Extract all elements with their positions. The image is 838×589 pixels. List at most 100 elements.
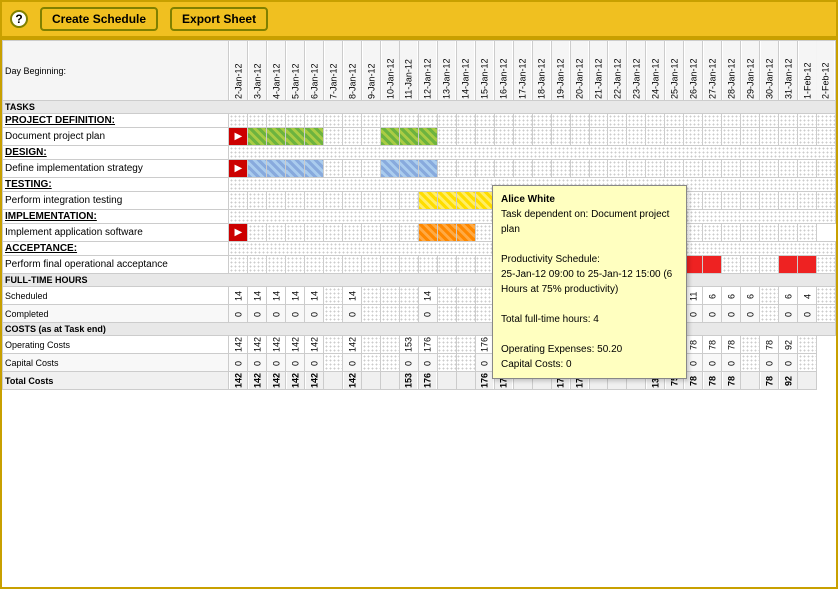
date-col-23: 24-Jan-12: [646, 41, 665, 101]
gantt-cell: [741, 256, 760, 274]
comp-val-10: [399, 305, 418, 323]
gantt-bar-proj-1: [248, 128, 267, 146]
gantt-cell: [684, 128, 703, 146]
date-col-5: 6-Jan-12: [305, 41, 324, 101]
gantt-cell: [324, 192, 343, 210]
gantt-cell: [779, 160, 798, 178]
gantt-cell: [589, 160, 608, 178]
gantt-bar-testing-3: [456, 192, 475, 210]
gantt-cell: [703, 128, 722, 146]
gantt-cell: [362, 114, 381, 128]
gantt-cell: [494, 128, 513, 146]
date-col-7: 8-Jan-12: [343, 41, 362, 101]
gantt-cell: [665, 128, 684, 146]
gantt-cell: [665, 114, 684, 128]
gantt-bar-proj-5: [381, 128, 400, 146]
gantt-cell: [551, 114, 570, 128]
comp-val-27: 0: [722, 305, 741, 323]
task-row-impl-software: Implement application software ▶: [3, 224, 836, 242]
comp-val-3: 0: [267, 305, 286, 323]
sched-val-28: 6: [741, 287, 760, 305]
tooltip-assignee: Alice White: [501, 192, 678, 207]
tooltip-productivity-label: Productivity Schedule:: [501, 252, 678, 267]
operating-costs-row: Operating Costs 142 142 142 142 142 142 …: [3, 336, 836, 354]
task-name-integration-testing: Perform integration testing: [3, 192, 229, 210]
date-col-26: 27-Jan-12: [703, 41, 722, 101]
gantt-cell: [362, 256, 381, 274]
gantt-bar-impl-3: [456, 224, 475, 242]
date-col-13: 14-Jan-12: [456, 41, 475, 101]
date-header-row: Day Beginning: 2-Jan-12 3-Jan-12 4-Jan-1…: [3, 41, 836, 101]
toolbar: ? Create Schedule Export Sheet: [0, 0, 838, 38]
gantt-cell: [362, 128, 381, 146]
capital-costs-row: Capital Costs 0 0 0 0 0 0 0 0 0 0: [3, 354, 836, 372]
gantt-cell: [456, 160, 475, 178]
date-col-9: 10-Jan-12: [381, 41, 400, 101]
gantt-cell: [816, 114, 835, 128]
sched-val-1: 14: [229, 287, 248, 305]
comp-val-4: 0: [286, 305, 305, 323]
tooltip-productivity-value: 25-Jan-12 09:00 to 25-Jan-12 15:00 (6 Ho…: [501, 267, 678, 297]
task-row-doc-project-plan: Document project plan ▶: [3, 128, 836, 146]
date-col-32: 2-Feb-12: [816, 41, 835, 101]
comp-val-26: 0: [703, 305, 722, 323]
help-icon[interactable]: ?: [10, 10, 28, 28]
gantt-bar-design-6: [399, 160, 418, 178]
gantt-cell: [722, 192, 741, 210]
gantt-cell: [324, 160, 343, 178]
gantt-cell: [816, 256, 835, 274]
task-name-acceptance: Perform final operational acceptance: [3, 256, 229, 274]
gantt-bar-design-1: [248, 160, 267, 178]
task-row-acceptance: Perform final operational acceptance: [3, 256, 836, 274]
gantt-bar-impl-1: [418, 224, 437, 242]
gantt-cell: [513, 160, 532, 178]
gantt-cell: [760, 224, 779, 242]
gantt-cell: [305, 114, 324, 128]
gantt-cell: [494, 114, 513, 128]
date-col-2: 3-Jan-12: [248, 41, 267, 101]
operating-costs-label: Operating Costs: [3, 336, 229, 354]
gantt-cell: [286, 224, 305, 242]
task-category-testing: TESTING:: [3, 178, 229, 192]
gantt-cell: [722, 224, 741, 242]
gantt-cell: [343, 160, 362, 178]
gantt-cell: [570, 114, 589, 128]
gantt-cell: [513, 114, 532, 128]
gantt-cell: [381, 114, 400, 128]
gantt-bar-testing-1: [418, 192, 437, 210]
tasks-label: TASKS: [3, 101, 836, 114]
gantt-bar-design-2: [267, 160, 286, 178]
gantt-cell: [362, 160, 381, 178]
gantt-bar-testing-2: [437, 192, 456, 210]
gantt-cell: [722, 128, 741, 146]
date-col-3: 4-Jan-12: [267, 41, 286, 101]
costs-label: COSTS (as at Task end): [3, 323, 836, 336]
gantt-cell: [779, 128, 798, 146]
sched-val-10: [399, 287, 418, 305]
gantt-bar-impl-2: [437, 224, 456, 242]
gantt-cell: [646, 114, 665, 128]
gantt-cell: [343, 114, 362, 128]
task-name-doc-project: Document project plan: [3, 128, 229, 146]
sched-val-11: 14: [418, 287, 437, 305]
tooltip-dependency: Task dependent on: Document project plan: [501, 207, 678, 237]
task-row-acceptance-category: ACCEPTANCE:: [3, 242, 836, 256]
export-sheet-button[interactable]: Export Sheet: [170, 7, 268, 31]
gantt-arrow-design: ▶: [229, 160, 248, 178]
fulltime-section-header: FULL-TIME HOURS: [3, 274, 836, 287]
comp-val-8: [362, 305, 381, 323]
sched-val-7: 14: [343, 287, 362, 305]
gantt-bar-design-4: [305, 160, 324, 178]
create-schedule-button[interactable]: Create Schedule: [40, 7, 158, 31]
task-category-project-def: PROJECT DEFINITION:: [3, 114, 229, 128]
gantt-cell: [816, 160, 835, 178]
completed-label: Completed: [3, 305, 229, 323]
gantt-cell: [798, 160, 817, 178]
gantt-cell: [532, 128, 551, 146]
gantt-cell: [760, 128, 779, 146]
gantt-cell: [760, 114, 779, 128]
gantt-cell: [627, 128, 646, 146]
gantt-cell: [798, 128, 817, 146]
gantt-cell: [267, 224, 286, 242]
sched-val-5: 14: [305, 287, 324, 305]
